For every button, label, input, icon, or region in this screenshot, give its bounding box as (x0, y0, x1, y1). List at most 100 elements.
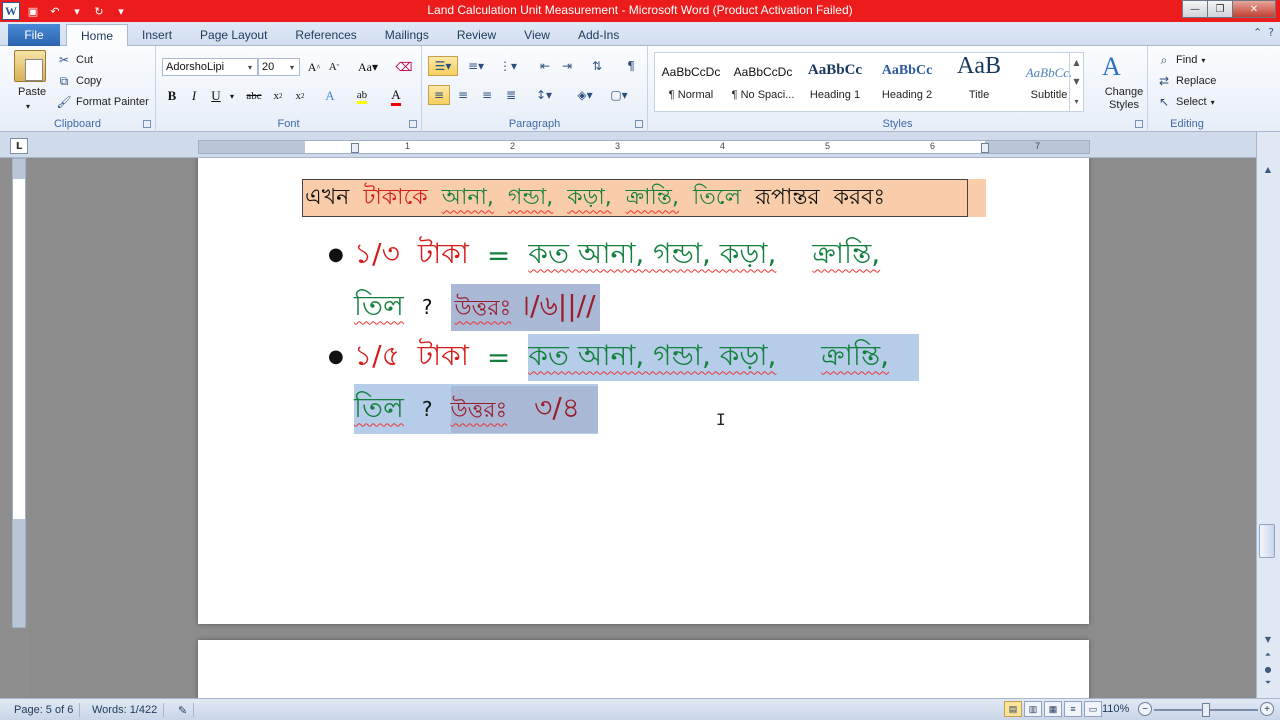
font-name-dropdown-icon[interactable]: ▾ (244, 60, 256, 74)
tab-review[interactable]: Review (443, 24, 510, 46)
line-spacing-icon[interactable]: ↕▾ (530, 85, 558, 105)
cut-button[interactable]: ✂ Cut (56, 52, 93, 68)
draft-icon[interactable]: ▭ (1084, 701, 1102, 717)
tab-home[interactable]: Home (66, 24, 129, 46)
change-styles-button[interactable]: Change Styles (1102, 86, 1146, 112)
minimize-button[interactable]: — (1182, 0, 1208, 18)
change-case-icon[interactable]: Aa▾ (354, 57, 382, 77)
paste-dropdown-icon[interactable]: ▾ (26, 102, 30, 111)
style-no-spacing[interactable]: AaBbCcDc ¶ No Spaci... (727, 53, 799, 111)
tab-add-ins[interactable]: Add-Ins (564, 24, 633, 46)
font-launcher-icon[interactable] (409, 120, 417, 128)
horizontal-ruler[interactable]: 1 2 3 4 5 6 7 (198, 140, 1090, 154)
tab-insert[interactable]: Insert (128, 24, 186, 46)
scroll-down-icon[interactable]: ▼ (1260, 632, 1276, 646)
style-title[interactable]: AaB Title (943, 53, 1015, 111)
close-button[interactable]: ✕ (1232, 0, 1276, 18)
style-heading-2[interactable]: AaBbCc Heading 2 (871, 53, 943, 111)
outline-icon[interactable]: ≡ (1064, 701, 1082, 717)
browse-object-icon[interactable]: ● (1260, 662, 1276, 676)
word-count[interactable]: Words: 1/422 (86, 703, 165, 717)
tab-file[interactable]: File (8, 24, 60, 46)
select-button[interactable]: ↖ Select ▾ (1156, 94, 1215, 110)
decrease-indent-icon[interactable]: ⇤ (534, 56, 556, 76)
maximize-button[interactable]: ❐ (1207, 0, 1233, 18)
previous-page-icon[interactable]: ⏶ (1260, 648, 1276, 662)
format-painter-button[interactable]: 🖌 Format Painter (56, 94, 148, 110)
zoom-level[interactable]: 110% (1102, 703, 1129, 715)
minimize-ribbon-icon[interactable]: ⌃ (1253, 26, 1262, 39)
multilevel-list-icon[interactable]: ⋮▾ (494, 56, 522, 76)
gallery-down-icon[interactable]: ▼ (1073, 77, 1079, 86)
align-left-icon[interactable]: ≡ (428, 85, 450, 105)
paste-button[interactable]: Paste (18, 86, 46, 98)
bold-icon[interactable]: B (162, 86, 182, 106)
zoom-slider-thumb[interactable] (1202, 703, 1210, 717)
gallery-more-icon[interactable]: ▾ (1074, 97, 1078, 106)
font-size-field[interactable]: 20 ▾ (258, 58, 300, 76)
tab-page-layout[interactable]: Page Layout (186, 24, 281, 46)
replace-button[interactable]: ⇄ Replace (1156, 73, 1216, 89)
grow-font-icon[interactable]: A ^ (304, 57, 324, 77)
underline-dropdown-icon[interactable]: ▾ (222, 86, 242, 106)
help-icon[interactable]: ? (1268, 26, 1274, 39)
font-name-field[interactable]: AdorshoLipi ▾ (162, 58, 258, 76)
styles-launcher-icon[interactable] (1135, 120, 1143, 128)
sort-icon[interactable]: ⇅ (586, 56, 608, 76)
gallery-up-icon[interactable]: ▲ (1073, 58, 1079, 67)
item-2-line-1[interactable]: ১/৫ টাকা = কত আনা, গন্ডা, কড়া, ক্রান্তি… (354, 332, 920, 382)
tab-view[interactable]: View (510, 24, 564, 46)
align-right-icon[interactable]: ≡ (476, 85, 498, 105)
show-hide-icon[interactable]: ¶ (620, 56, 642, 76)
right-indent-marker[interactable] (981, 143, 989, 153)
style-normal[interactable]: AaBbCcDc ¶ Normal (655, 53, 727, 111)
web-layout-icon[interactable]: ▦ (1044, 701, 1062, 717)
numbering-icon[interactable]: ≡▾ (462, 56, 490, 76)
scrollbar-thumb[interactable] (1259, 524, 1275, 558)
shading-icon[interactable]: ◈▾ (570, 85, 600, 105)
zoom-out-icon[interactable]: − (1138, 702, 1152, 716)
hanging-indent-marker[interactable] (351, 143, 359, 153)
vertical-ruler[interactable] (12, 158, 26, 628)
tab-references[interactable]: References (281, 24, 370, 46)
italic-icon[interactable]: I (184, 86, 204, 106)
find-button[interactable]: ⌕ Find ▾ (1156, 52, 1206, 68)
justify-icon[interactable]: ≣ (500, 85, 522, 105)
paste-icon[interactable] (14, 50, 46, 82)
vertical-scrollbar[interactable]: ▲ ▼ ⏶ ● ⏷ (1256, 132, 1280, 698)
tab-selector-icon[interactable]: L (10, 138, 28, 154)
item-1-line-2[interactable]: তিল ? উত্তরঃ ।/৬||// (354, 282, 600, 332)
print-layout-icon[interactable]: ▤ (1004, 701, 1022, 717)
tab-mailings[interactable]: Mailings (371, 24, 443, 46)
headline-paragraph[interactable]: এখন টাকাকে আনা, গন্ডা, কড়া, ক্রান্তি, ত… (302, 179, 968, 217)
shrink-font-icon[interactable]: Aˇ (324, 57, 344, 77)
zoom-in-icon[interactable]: + (1260, 702, 1274, 716)
copy-button[interactable]: ⧉ Copy (56, 73, 102, 89)
proofing-icon[interactable]: ✎ (172, 703, 195, 717)
highlight-color-icon[interactable]: ab (352, 86, 372, 106)
document-area[interactable]: এখন টাকাকে আনা, গন্ডা, কড়া, ক্রান্তি, ত… (30, 158, 1256, 698)
font-size-dropdown-icon[interactable]: ▾ (286, 60, 298, 74)
subscript-icon[interactable]: x2 (268, 86, 288, 106)
change-styles-icon[interactable]: A (1102, 52, 1121, 82)
clipboard-launcher-icon[interactable] (143, 120, 151, 128)
align-center-icon[interactable]: ≡ (452, 85, 474, 105)
strikethrough-icon[interactable]: abc (242, 86, 266, 106)
item-1-line-1[interactable]: ১/৩ টাকা = কত আনা, গন্ডা, কড়া, ক্রান্তি… (354, 230, 880, 280)
superscript-icon[interactable]: x2 (290, 86, 310, 106)
style-heading-1[interactable]: AaBbCc Heading 1 (799, 53, 871, 111)
page-count[interactable]: Page: 5 of 6 (8, 703, 81, 717)
document-page[interactable]: এখন টাকাকে আনা, গন্ডা, কড়া, ক্রান্তি, ত… (198, 158, 1089, 624)
bullets-icon[interactable]: ☰▾ (428, 56, 458, 76)
text-effects-icon[interactable]: A (320, 86, 340, 106)
scroll-up-icon[interactable]: ▲ (1260, 162, 1276, 176)
next-page[interactable] (198, 640, 1089, 698)
borders-icon[interactable]: ▢▾ (604, 85, 634, 105)
increase-indent-icon[interactable]: ⇥ (556, 56, 578, 76)
item-2-line-2[interactable]: তিল ? উত্তরঃ ৩/৪ (354, 384, 598, 434)
next-page-icon[interactable]: ⏷ (1260, 676, 1276, 690)
full-screen-reading-icon[interactable]: ▥ (1024, 701, 1042, 717)
paragraph-launcher-icon[interactable] (635, 120, 643, 128)
clear-formatting-icon[interactable]: ⌫ (394, 57, 414, 77)
font-color-icon[interactable]: A (386, 86, 406, 106)
